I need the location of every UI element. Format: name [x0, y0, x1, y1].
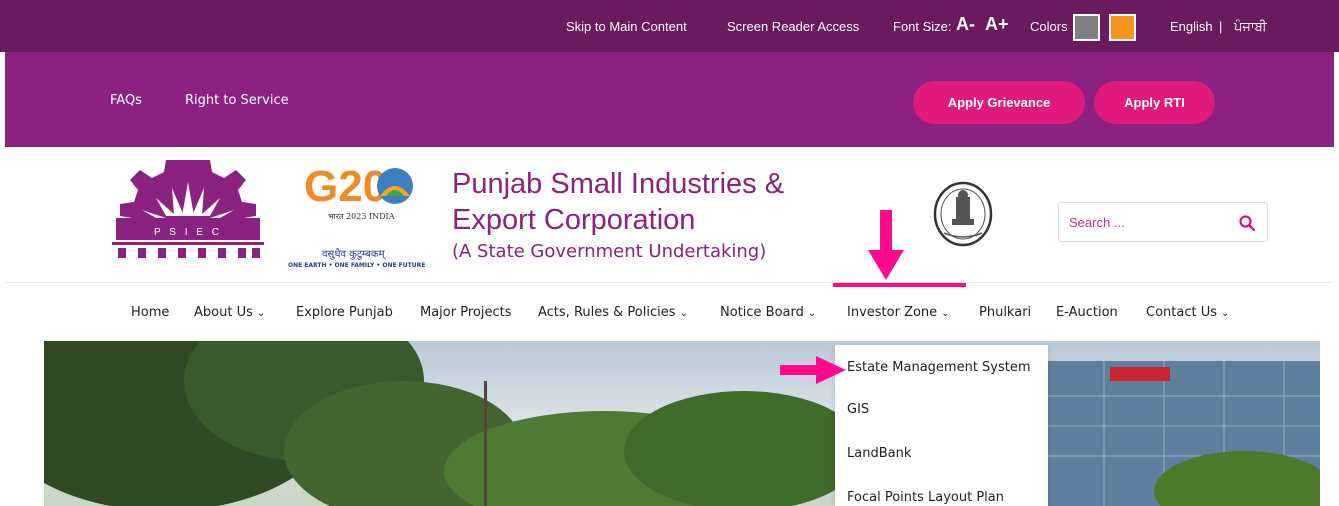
- utility-bar: Skip to Main Content Screen Reader Acces…: [0, 0, 1339, 52]
- font-decrease-button[interactable]: A-: [956, 14, 975, 35]
- dropdown-gis[interactable]: GIS: [847, 402, 869, 417]
- g20-tagline: भारत 2023 INDIA: [328, 212, 395, 221]
- dropdown-focal-points-layout-plan[interactable]: Focal Points Layout Plan: [847, 490, 1004, 505]
- highlight-underline: [833, 283, 966, 287]
- menu-about-us[interactable]: About Us ⌄: [194, 305, 265, 320]
- dropdown-landbank[interactable]: LandBank: [847, 446, 911, 461]
- english-language-link[interactable]: English: [1170, 19, 1213, 34]
- chevron-down-icon: ⌄: [1221, 308, 1230, 319]
- skip-to-main-link[interactable]: Skip to Main Content: [566, 19, 687, 34]
- search-icon[interactable]: [1239, 215, 1255, 231]
- apply-rti-button[interactable]: Apply RTI: [1094, 81, 1215, 124]
- g20-logo[interactable]: G20 भारत 2023 INDIA वसुधैव कुटुम्बकम् ON…: [286, 162, 436, 272]
- psiec-logo-text: P S I E C: [154, 227, 222, 238]
- language-separator: |: [1219, 19, 1223, 34]
- menu-major-projects[interactable]: Major Projects: [420, 305, 511, 320]
- search-input[interactable]: [1069, 212, 1219, 232]
- right-arrow-icon: [780, 356, 846, 384]
- gray-theme-swatch[interactable]: [1073, 14, 1100, 41]
- chevron-down-icon: ⌄: [256, 308, 266, 319]
- menu-contact-us[interactable]: Contact Us ⌄: [1146, 305, 1229, 320]
- colors-label: Colors: [1030, 19, 1068, 34]
- screen-reader-link[interactable]: Screen Reader Access: [727, 19, 859, 34]
- right-to-service-link[interactable]: Right to Service: [185, 93, 289, 108]
- menu-e-auction[interactable]: E-Auction: [1056, 305, 1118, 320]
- menu-home[interactable]: Home: [131, 305, 169, 320]
- earth-lotus-icon: [377, 168, 413, 204]
- header-divider: [5, 282, 1334, 283]
- menu-explore-punjab[interactable]: Explore Punjab: [296, 305, 393, 320]
- g20-motto-hindi: वसुधैव कुटुम्बकम्: [322, 249, 385, 260]
- psiec-logo[interactable]: P S I E C: [112, 160, 264, 265]
- org-subtitle: (A State Government Undertaking): [452, 241, 767, 262]
- hero-banner-image: [44, 341, 1320, 506]
- org-title-line2: Export Corporation: [452, 204, 696, 236]
- down-arrow-icon: [868, 210, 904, 280]
- punjab-govt-emblem: [933, 181, 993, 247]
- g20-motto-english: ONE EARTH • ONE FAMILY • ONE FUTURE: [288, 262, 426, 269]
- chevron-down-icon: ⌄: [941, 308, 950, 319]
- font-size-label: Font Size:: [893, 19, 952, 34]
- dropdown-estate-management-system[interactable]: Estate Management System: [847, 360, 1031, 375]
- secondary-nav: FAQs Right to Service Apply Grievance Ap…: [5, 52, 1334, 147]
- font-increase-button[interactable]: A+: [985, 14, 1009, 35]
- punjabi-language-link[interactable]: ਪੰਜਾਬੀ: [1234, 19, 1267, 35]
- menu-phulkari[interactable]: Phulkari: [979, 305, 1031, 320]
- apply-grievance-button[interactable]: Apply Grievance: [913, 81, 1085, 124]
- menu-acts-rules-policies[interactable]: Acts, Rules & Policies ⌄: [538, 305, 688, 320]
- faqs-link[interactable]: FAQs: [110, 93, 142, 108]
- investor-zone-dropdown: Estate Management System GIS LandBank Fo…: [835, 345, 1048, 506]
- menu-investor-zone[interactable]: Investor Zone ⌄: [847, 305, 950, 320]
- orange-theme-swatch[interactable]: [1109, 14, 1136, 41]
- chevron-down-icon: ⌄: [807, 308, 817, 319]
- search-box: [1058, 202, 1268, 242]
- hero-scene: [44, 341, 1320, 506]
- org-title-line1: Punjab Small Industries &: [452, 168, 785, 200]
- chevron-down-icon: ⌄: [679, 308, 688, 319]
- menu-notice-board[interactable]: Notice Board ⌄: [720, 305, 816, 320]
